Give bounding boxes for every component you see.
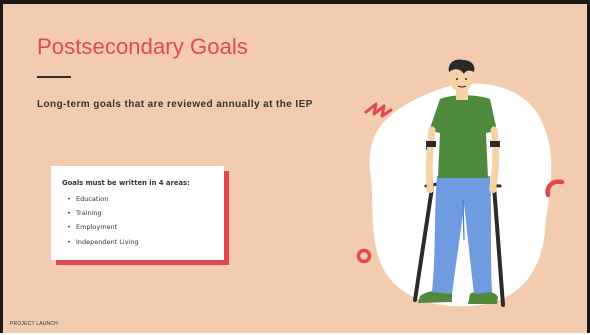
list-item-label: Independent Living bbox=[76, 237, 139, 246]
footer-label: PROJECT LAUNCH bbox=[10, 321, 58, 327]
window-frame-left bbox=[0, 0, 3, 335]
slide-subtitle: Long-term goals that are reviewed annual… bbox=[37, 99, 313, 110]
list-item: • Training bbox=[62, 206, 139, 220]
left-cuff bbox=[426, 141, 436, 147]
left-hand bbox=[426, 185, 434, 193]
goals-card: Goals must be written in 4 areas: • Educa… bbox=[51, 166, 224, 260]
ring-icon bbox=[356, 248, 372, 264]
left-arm bbox=[425, 126, 436, 190]
bullet-icon: • bbox=[67, 223, 71, 232]
right-eye bbox=[465, 78, 467, 80]
card-heading: Goals must be written in 4 areas: bbox=[62, 179, 190, 187]
list-item: • Independent Living bbox=[62, 235, 139, 249]
arc-icon bbox=[545, 179, 565, 198]
slide: Postsecondary Goals Long-term goals that… bbox=[0, 0, 590, 335]
bullet-icon: • bbox=[67, 195, 71, 203]
slide-title: Postsecondary Goals bbox=[37, 34, 249, 59]
right-cuff bbox=[490, 141, 500, 147]
crutches-illustration bbox=[356, 59, 565, 307]
window-frame-top bbox=[0, 0, 590, 4]
right-hand bbox=[489, 185, 497, 193]
bullet-icon: • bbox=[67, 237, 71, 246]
goal-areas-list: • Education • Training • Employment • Indepe… bbox=[62, 192, 139, 249]
list-item-label: Training bbox=[76, 209, 102, 218]
right-arm bbox=[489, 126, 500, 190]
list-item-label: Education bbox=[76, 195, 109, 203]
bullet-icon: • bbox=[67, 209, 71, 218]
list-item-label: Employment bbox=[76, 223, 118, 232]
title-underline bbox=[37, 76, 71, 78]
list-item: • Employment bbox=[62, 220, 139, 234]
list-item: • Education bbox=[62, 192, 139, 206]
left-eye bbox=[456, 78, 458, 80]
zigzag-icon bbox=[364, 102, 393, 118]
